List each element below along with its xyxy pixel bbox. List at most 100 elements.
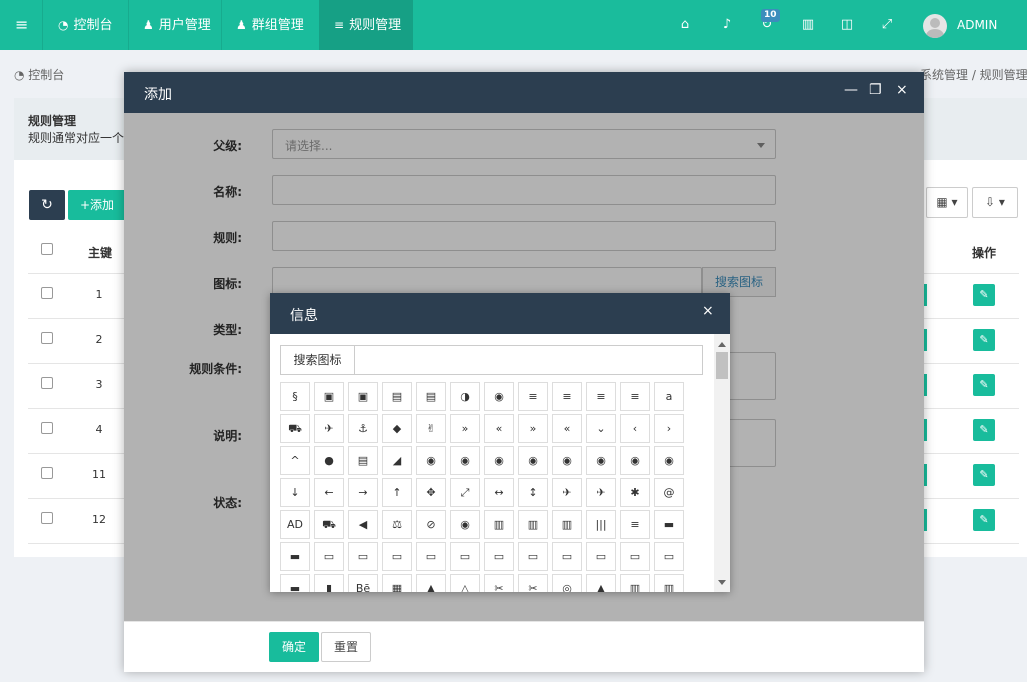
language-icon[interactable]: ◫ xyxy=(838,0,856,50)
minimize-icon[interactable]: — xyxy=(844,82,858,98)
icon-option[interactable]: ≡ xyxy=(586,382,616,411)
icon-option[interactable]: ⤢ xyxy=(450,478,480,507)
icon-option[interactable]: ▣ xyxy=(348,382,378,411)
icon-option[interactable]: ◎ xyxy=(552,574,582,592)
icon-option[interactable]: ▲ xyxy=(416,574,446,592)
icon-option[interactable]: ▦ xyxy=(382,574,412,592)
icon-option[interactable]: ≡ xyxy=(620,382,650,411)
row-checkbox[interactable] xyxy=(41,287,53,299)
icon-option[interactable]: ▤ xyxy=(416,382,446,411)
user-name[interactable]: ADMIN xyxy=(957,0,997,50)
reset-button[interactable]: 重置 xyxy=(321,632,371,662)
icon-option[interactable]: « xyxy=(484,414,514,443)
icon-option[interactable]: ⌄ xyxy=(586,414,616,443)
icon-option[interactable]: ◆ xyxy=(382,414,412,443)
icon-option[interactable]: ▭ xyxy=(552,542,582,571)
icon-option[interactable]: ✈ xyxy=(552,478,582,507)
export-button[interactable]: ⇩ ▾ xyxy=(972,187,1018,218)
icon-option[interactable]: ↔ xyxy=(484,478,514,507)
icon-option[interactable]: ⚓ xyxy=(348,414,378,443)
nav-item-users[interactable]: ♟ 用户管理 xyxy=(143,0,211,50)
row-checkbox[interactable] xyxy=(41,332,53,344)
icon-option[interactable]: ≡ xyxy=(620,510,650,539)
icon-option[interactable]: ◉ xyxy=(484,382,514,411)
icon-option[interactable]: ◉ xyxy=(552,446,582,475)
icon-option[interactable]: ◉ xyxy=(416,446,446,475)
icon-option[interactable]: ⚖ xyxy=(382,510,412,539)
icon-option[interactable]: ◉ xyxy=(450,446,480,475)
icon-option[interactable]: ▭ xyxy=(654,542,684,571)
icon-option[interactable]: ||| xyxy=(586,510,616,539)
close-icon[interactable]: × xyxy=(702,303,714,319)
icon-option[interactable]: « xyxy=(552,414,582,443)
icon-option[interactable]: ▥ xyxy=(552,510,582,539)
row-checkbox[interactable] xyxy=(41,512,53,524)
nav-item-rules[interactable]: ≡ 规则管理 xyxy=(334,0,401,50)
icon-option[interactable]: ✱ xyxy=(620,478,650,507)
icon-option[interactable]: ◉ xyxy=(654,446,684,475)
bell-icon[interactable]: ♪ xyxy=(718,0,736,50)
icon-option[interactable]: ▭ xyxy=(314,542,344,571)
icon-option[interactable]: ▬ xyxy=(654,510,684,539)
edit-icon[interactable]: ✎ xyxy=(973,464,995,486)
icon-option[interactable]: ▭ xyxy=(518,542,548,571)
icon-option[interactable]: ⊘ xyxy=(416,510,446,539)
close-icon[interactable]: × xyxy=(896,82,908,98)
icon-option[interactable]: a xyxy=(654,382,684,411)
scroll-thumb[interactable] xyxy=(716,352,728,379)
icon-option[interactable]: ✌ xyxy=(416,414,446,443)
dialog-scrollbar[interactable] xyxy=(714,334,730,592)
icon-option[interactable]: ← xyxy=(314,478,344,507)
icon-option[interactable]: ▭ xyxy=(484,542,514,571)
icon-option[interactable]: ◉ xyxy=(450,510,480,539)
icon-option[interactable]: → xyxy=(348,478,378,507)
nav-item-groups[interactable]: ♟ 群组管理 xyxy=(236,0,304,50)
icon-option[interactable]: ✥ xyxy=(416,478,446,507)
icon-option[interactable]: § xyxy=(280,382,310,411)
row-checkbox[interactable] xyxy=(41,467,53,479)
icon-option[interactable]: ▥ xyxy=(518,510,548,539)
avatar[interactable] xyxy=(923,14,947,38)
icon-option[interactable]: ✈ xyxy=(314,414,344,443)
columns-button[interactable]: ▦ ▾ xyxy=(926,187,968,218)
icon-option[interactable]: ▭ xyxy=(586,542,616,571)
refresh-button[interactable]: ↻ xyxy=(29,190,65,220)
icon-option[interactable]: ▥ xyxy=(654,574,684,592)
edit-icon[interactable]: ✎ xyxy=(973,419,995,441)
icon-option[interactable]: › xyxy=(654,414,684,443)
icon-option[interactable]: ≡ xyxy=(552,382,582,411)
icon-option[interactable]: ✈ xyxy=(586,478,616,507)
icon-option[interactable]: ▭ xyxy=(348,542,378,571)
fullscreen-icon[interactable]: ⤢ xyxy=(878,0,896,50)
icon-option[interactable]: ◑ xyxy=(450,382,480,411)
icon-option[interactable]: ▥ xyxy=(620,574,650,592)
scroll-up-icon[interactable] xyxy=(718,342,726,347)
icon-option[interactable]: ◉ xyxy=(620,446,650,475)
maximize-icon[interactable]: ❐ xyxy=(869,82,882,98)
icon-option[interactable]: ◉ xyxy=(586,446,616,475)
icon-option[interactable]: ◀ xyxy=(348,510,378,539)
column-header-pk[interactable]: 主键 xyxy=(88,244,112,261)
scroll-down-icon[interactable] xyxy=(718,580,726,585)
icon-option[interactable]: ⛟ xyxy=(280,414,310,443)
icon-search-field[interactable]: 搜索图标 xyxy=(280,345,703,375)
icon-option[interactable]: ▮ xyxy=(314,574,344,592)
select-all-checkbox[interactable] xyxy=(41,243,53,255)
icon-option[interactable]: ◉ xyxy=(484,446,514,475)
icon-option[interactable]: ▬ xyxy=(280,574,310,592)
icon-option[interactable]: ◉ xyxy=(518,446,548,475)
icon-option[interactable]: ≡ xyxy=(518,382,548,411)
icon-option[interactable]: △ xyxy=(450,574,480,592)
edit-icon[interactable]: ✎ xyxy=(973,329,995,351)
breadcrumb-home[interactable]: ◔ 控制台 xyxy=(14,66,64,83)
icon-option[interactable]: ▭ xyxy=(416,542,446,571)
row-checkbox[interactable] xyxy=(41,377,53,389)
icon-option[interactable]: @ xyxy=(654,478,684,507)
icon-option[interactable]: ▤ xyxy=(382,382,412,411)
icon-option[interactable]: ● xyxy=(314,446,344,475)
icon-option[interactable]: ▤ xyxy=(348,446,378,475)
icon-option[interactable]: » xyxy=(518,414,548,443)
icon-option[interactable]: ▲ xyxy=(586,574,616,592)
icon-option[interactable]: AD xyxy=(280,510,310,539)
add-button[interactable]: +添加 xyxy=(68,190,126,220)
